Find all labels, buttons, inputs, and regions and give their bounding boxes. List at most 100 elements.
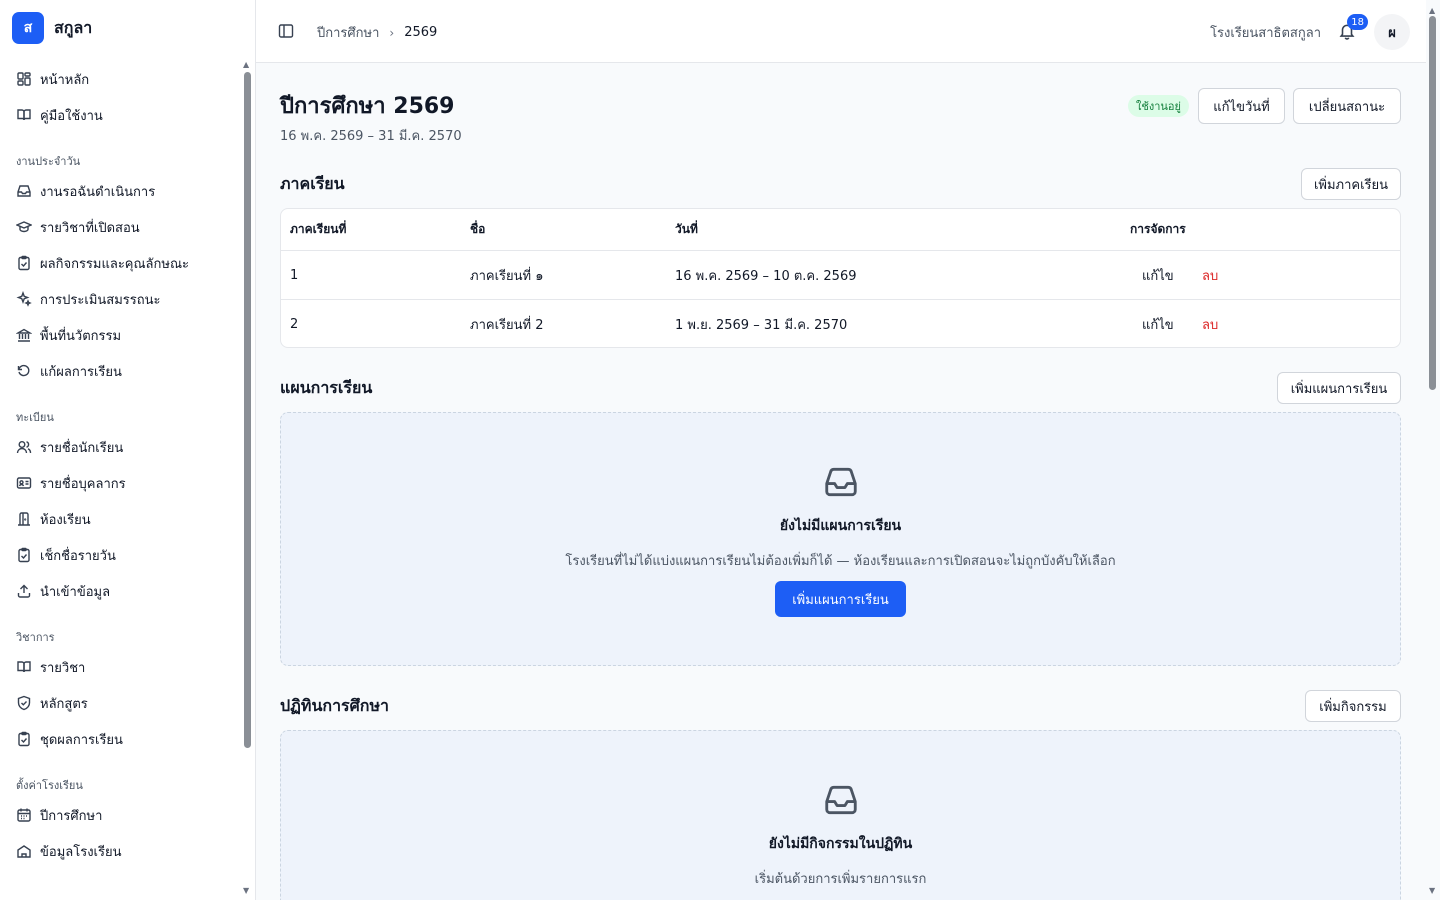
dashboard-icon — [16, 71, 32, 87]
sidebar-section-school-settings: ตั้งค่าโรงเรียน — [16, 779, 83, 792]
clipboard-check-icon — [16, 255, 32, 271]
edit-dates-button[interactable]: แก้ไขวันที่ — [1198, 88, 1285, 124]
sidebar-item-label: รายชื่อบุคลากร — [40, 476, 126, 492]
add-plan-primary-button[interactable]: เพิ่มแผนการเรียน — [775, 581, 906, 617]
clipboard-check-icon — [16, 547, 32, 563]
sidebar-item-label: รายชื่อนักเรียน — [40, 440, 124, 456]
calendar-empty-state: ยังไม่มีกิจกรรมในปฏิทิน เริ่มต้นด้วยการเ… — [280, 730, 1401, 900]
sidebar-item-open-courses[interactable]: รายวิชาที่เปิดสอน — [0, 209, 240, 245]
term-name: ภาคเรียนที่ ๑ — [470, 268, 544, 284]
sidebar-scrollbar[interactable] — [244, 72, 251, 748]
plans-section-title: แผนการเรียน — [280, 378, 373, 397]
sidebar-section-academic: วิชาการ — [16, 631, 55, 644]
inbox-icon — [822, 781, 860, 819]
empty-state-description: โรงเรียนที่ไม่ได้แบ่งแผนการเรียนไม่ต้องเ… — [565, 554, 1116, 569]
door-icon — [16, 511, 32, 527]
sidebar-toggle-icon[interactable] — [278, 23, 294, 39]
edit-term-button[interactable]: แก้ไข — [1142, 251, 1174, 299]
terms-section-title: ภาคเรียน — [280, 174, 345, 193]
delete-term-button[interactable]: ลบ — [1202, 300, 1218, 347]
sidebar-item-fix-grades[interactable]: แก้ผลการเรียน — [0, 353, 240, 389]
sidebar-item-pending-tasks[interactable]: งานรอฉันดำเนินการ — [0, 173, 240, 209]
main-scroll-down[interactable]: ▼ — [1429, 886, 1435, 895]
sidebar-item-curriculum[interactable]: หลักสูตร — [0, 685, 240, 721]
sidebar-item-label: ชุดผลการเรียน — [40, 732, 123, 748]
sidebar-item-academic-year[interactable]: ปีการศึกษา — [0, 797, 240, 833]
sidebar-item-staff[interactable]: รายชื่อบุคลากร — [0, 465, 240, 501]
school-name[interactable]: โรงเรียนสาธิตสกูลา — [1210, 22, 1321, 43]
breadcrumb-academic-year[interactable]: ปีการศึกษา — [317, 22, 379, 43]
sidebar-item-label: พื้นที่นวัตกรรม — [40, 328, 122, 344]
add-activity-button[interactable]: เพิ่มกิจกรรม — [1305, 690, 1401, 722]
upload-icon — [16, 583, 32, 599]
rotate-ccw-icon — [16, 363, 32, 379]
delete-term-button[interactable]: ลบ — [1202, 251, 1218, 299]
sidebar-item-competency[interactable]: การประเมินสมรรถนะ — [0, 281, 240, 317]
sidebar-item-manual[interactable]: คู่มือใช้งาน — [0, 97, 240, 133]
sidebar-item-innovation[interactable]: พื้นที่นวัตกรรม — [0, 317, 240, 353]
sidebar-item-label: ห้องเรียน — [40, 512, 91, 528]
sidebar-item-label: ผลกิจกรรมและคุณลักษณะ — [40, 256, 190, 272]
sidebar-item-school-info[interactable]: ข้อมูลโรงเรียน — [0, 833, 240, 869]
book-open-icon — [16, 107, 32, 123]
empty-state-title: ยังไม่มีแผนการเรียน — [779, 518, 902, 534]
graduation-cap-icon — [16, 219, 32, 235]
sidebar-item-label: หน้าหลัก — [40, 72, 90, 88]
plans-empty-state: ยังไม่มีแผนการเรียน โรงเรียนที่ไม่ได้แบ่… — [280, 412, 1401, 666]
sidebar-item-home[interactable]: หน้าหลัก — [0, 61, 240, 97]
term-number: 1 — [290, 267, 299, 283]
sidebar-item-subjects[interactable]: รายวิชา — [0, 649, 240, 685]
sidebar-scroll-down[interactable]: ▼ — [243, 886, 249, 895]
avatar[interactable]: ผ — [1374, 14, 1410, 50]
book-open-icon — [16, 659, 32, 675]
term-name: ภาคเรียนที่ 2 — [470, 317, 544, 333]
clipboard-check-icon — [16, 731, 32, 747]
sidebar-item-label: การประเมินสมรรถนะ — [40, 292, 161, 308]
column-header-name: ชื่อ — [470, 222, 486, 236]
sidebar-item-label: ข้อมูลโรงเรียน — [40, 844, 122, 860]
add-term-button[interactable]: เพิ่มภาคเรียน — [1301, 168, 1401, 200]
sidebar-item-label: หลักสูตร — [40, 696, 88, 712]
sidebar-item-classrooms[interactable]: ห้องเรียน — [0, 501, 240, 537]
breadcrumb: ปีการศึกษา › 2569 — [317, 22, 437, 43]
add-plan-button[interactable]: เพิ่มแผนการเรียน — [1277, 372, 1401, 404]
brand-name: สกูลา — [54, 17, 93, 37]
change-status-button[interactable]: เปลี่ยนสถานะ — [1293, 88, 1401, 124]
sidebar-item-label: ปีการศึกษา — [40, 808, 103, 824]
sidebar-item-label: รายวิชาที่เปิดสอน — [40, 220, 140, 236]
sidebar: ส สกูลา หน้าหลัก คู่มือใช้งาน งานประจำวั… — [0, 0, 256, 900]
brand[interactable]: ส สกูลา — [12, 12, 92, 44]
term-dates: 1 พ.ย. 2569 – 31 มี.ค. 2570 — [675, 317, 848, 333]
terms-table: ภาคเรียนที่ ชื่อ วันที่ การจัดการ 1 ภาคเ… — [280, 208, 1401, 348]
sidebar-section-registry: ทะเบียน — [16, 411, 54, 424]
table-row: 1 ภาคเรียนที่ ๑ 16 พ.ค. 2569 – 10 ต.ค. 2… — [281, 250, 1400, 299]
sidebar-item-grade-sets[interactable]: ชุดผลการเรียน — [0, 721, 240, 757]
landmark-icon — [16, 327, 32, 343]
empty-state-description: เริ่มต้นด้วยการเพิ่มรายการแรก — [754, 872, 927, 887]
topbar: ปีการศึกษา › 2569 โรงเรียนสาธิตสกูลา 18 … — [256, 0, 1426, 63]
academic-year-date-range: 16 พ.ค. 2569 – 31 มี.ค. 2570 — [280, 129, 462, 144]
calendar-icon — [16, 807, 32, 823]
inbox-icon — [822, 463, 860, 501]
sidebar-item-activity-results[interactable]: ผลกิจกรรมและคุณลักษณะ — [0, 245, 240, 281]
sidebar-item-label: แก้ผลการเรียน — [40, 364, 122, 380]
sidebar-item-daily-attendance[interactable]: เช็กชื่อรายวัน — [0, 537, 240, 573]
sidebar-item-label: คู่มือใช้งาน — [40, 108, 103, 124]
breadcrumb-current: 2569 — [404, 25, 438, 40]
sparkles-icon — [16, 291, 32, 307]
main-content: ปีการศึกษา 2569 16 พ.ค. 2569 – 31 มี.ค. … — [256, 64, 1426, 900]
sidebar-item-label: เช็กชื่อรายวัน — [40, 548, 116, 564]
status-badge: ใช้งานอยู่ — [1128, 95, 1189, 117]
sidebar-item-label: รายวิชา — [40, 660, 86, 676]
sidebar-item-import[interactable]: นำเข้าข้อมูล — [0, 573, 240, 609]
sidebar-scroll-up[interactable]: ▲ — [243, 60, 249, 69]
sidebar-item-students[interactable]: รายชื่อนักเรียน — [0, 429, 240, 465]
main-scroll-up[interactable]: ▲ — [1429, 6, 1435, 15]
term-dates: 16 พ.ค. 2569 – 10 ต.ค. 2569 — [675, 268, 857, 284]
inbox-icon — [16, 183, 32, 199]
school-icon — [16, 843, 32, 859]
main-scrollbar[interactable] — [1429, 16, 1436, 390]
edit-term-button[interactable]: แก้ไข — [1142, 300, 1174, 347]
sidebar-nav: หน้าหลัก คู่มือใช้งาน งานประจำวัน งานรอฉ… — [0, 61, 240, 869]
table-row: 2 ภาคเรียนที่ 2 1 พ.ย. 2569 – 31 มี.ค. 2… — [281, 299, 1400, 347]
